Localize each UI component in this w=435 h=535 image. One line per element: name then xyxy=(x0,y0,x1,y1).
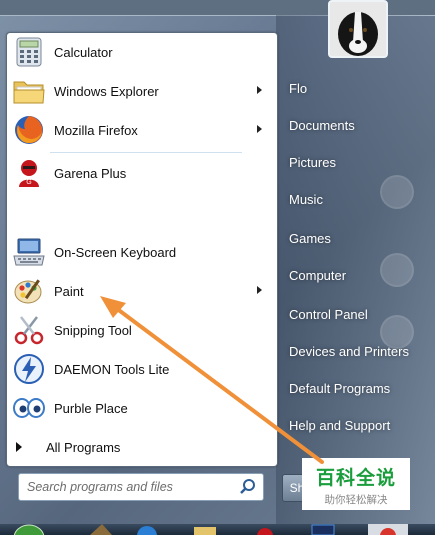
garena-icon: G xyxy=(12,156,46,190)
program-label: Mozilla Firefox xyxy=(54,122,138,138)
program-label: DAEMON Tools Lite xyxy=(54,361,170,377)
lightning-icon xyxy=(12,352,46,386)
program-item-purble-place[interactable]: Purble Place xyxy=(10,389,272,427)
program-item-paint[interactable]: Paint xyxy=(10,272,272,310)
taskbar-app-icon[interactable] xyxy=(88,524,114,535)
program-item-mozilla-firefox[interactable]: Mozilla Firefox xyxy=(10,111,272,149)
link-control-panel[interactable]: Control Panel xyxy=(289,307,368,322)
taskbar-app-icon[interactable] xyxy=(134,524,160,535)
separator xyxy=(50,152,242,153)
magnifier-icon[interactable] xyxy=(239,478,257,496)
watermark: 百科全说 助你轻松解决 xyxy=(302,458,410,510)
link-help-and-support[interactable]: Help and Support xyxy=(289,418,390,433)
submenu-arrow-icon[interactable] xyxy=(257,125,262,133)
keyboard-icon xyxy=(12,235,46,269)
taskbar-app-icon[interactable] xyxy=(252,524,278,535)
background-decoration xyxy=(380,253,414,287)
program-item-calculator[interactable]: Calculator xyxy=(10,33,272,71)
search-placeholder: Search programs and files xyxy=(27,480,173,494)
scissors-icon xyxy=(12,313,46,347)
all-programs-button[interactable]: All Programs xyxy=(6,434,268,460)
program-label: Calculator xyxy=(54,44,113,60)
svg-text:G: G xyxy=(26,179,31,186)
link-games[interactable]: Games xyxy=(289,231,331,246)
link-computer[interactable]: Computer xyxy=(289,268,346,283)
expand-arrow-icon xyxy=(16,442,22,452)
link-default-programs[interactable]: Default Programs xyxy=(289,381,390,396)
dog-picture-icon xyxy=(330,2,386,56)
program-label: Windows Explorer xyxy=(54,83,159,99)
program-item-garena-plus[interactable]: G Garena Plus xyxy=(10,154,272,192)
link-documents[interactable]: Documents xyxy=(289,118,355,133)
background-decoration xyxy=(380,175,414,209)
all-programs-label: All Programs xyxy=(46,439,121,455)
program-item-snipping-tool[interactable]: Snipping Tool xyxy=(10,311,272,349)
program-item-on-screen-keyboard[interactable]: On-Screen Keyboard xyxy=(10,233,272,271)
link-pictures[interactable]: Pictures xyxy=(289,155,336,170)
program-label: Garena Plus xyxy=(54,165,127,181)
user-avatar[interactable] xyxy=(328,0,388,58)
link-devices-and-printers[interactable]: Devices and Printers xyxy=(289,344,409,359)
start-orb-icon[interactable] xyxy=(12,524,46,535)
program-item-daemon-tools-lite[interactable]: DAEMON Tools Lite xyxy=(10,350,272,388)
taskbar-app-icon[interactable] xyxy=(368,524,408,535)
watermark-subtitle: 助你轻松解决 xyxy=(324,494,388,506)
paint-palette-icon xyxy=(12,274,46,308)
search-input[interactable]: Search programs and files xyxy=(18,473,264,501)
taskbar-folder-icon[interactable] xyxy=(192,524,218,535)
program-label: On-Screen Keyboard xyxy=(54,244,177,260)
eyes-icon xyxy=(12,391,46,425)
link-user-folder[interactable]: Flo xyxy=(289,81,307,96)
submenu-arrow-icon[interactable] xyxy=(257,86,262,94)
taskbar-photoshop-icon[interactable] xyxy=(310,524,336,535)
program-item-windows-explorer[interactable]: Windows Explorer xyxy=(10,72,272,110)
folder-icon xyxy=(12,74,46,108)
watermark-title: 百科全说 xyxy=(315,468,396,489)
link-music[interactable]: Music xyxy=(289,192,323,207)
calculator-icon xyxy=(12,35,46,69)
firefox-icon xyxy=(12,113,46,147)
program-label: Paint xyxy=(54,283,84,299)
submenu-arrow-icon[interactable] xyxy=(257,286,262,294)
program-label: Purble Place xyxy=(54,400,128,416)
program-label: Snipping Tool xyxy=(54,322,132,338)
